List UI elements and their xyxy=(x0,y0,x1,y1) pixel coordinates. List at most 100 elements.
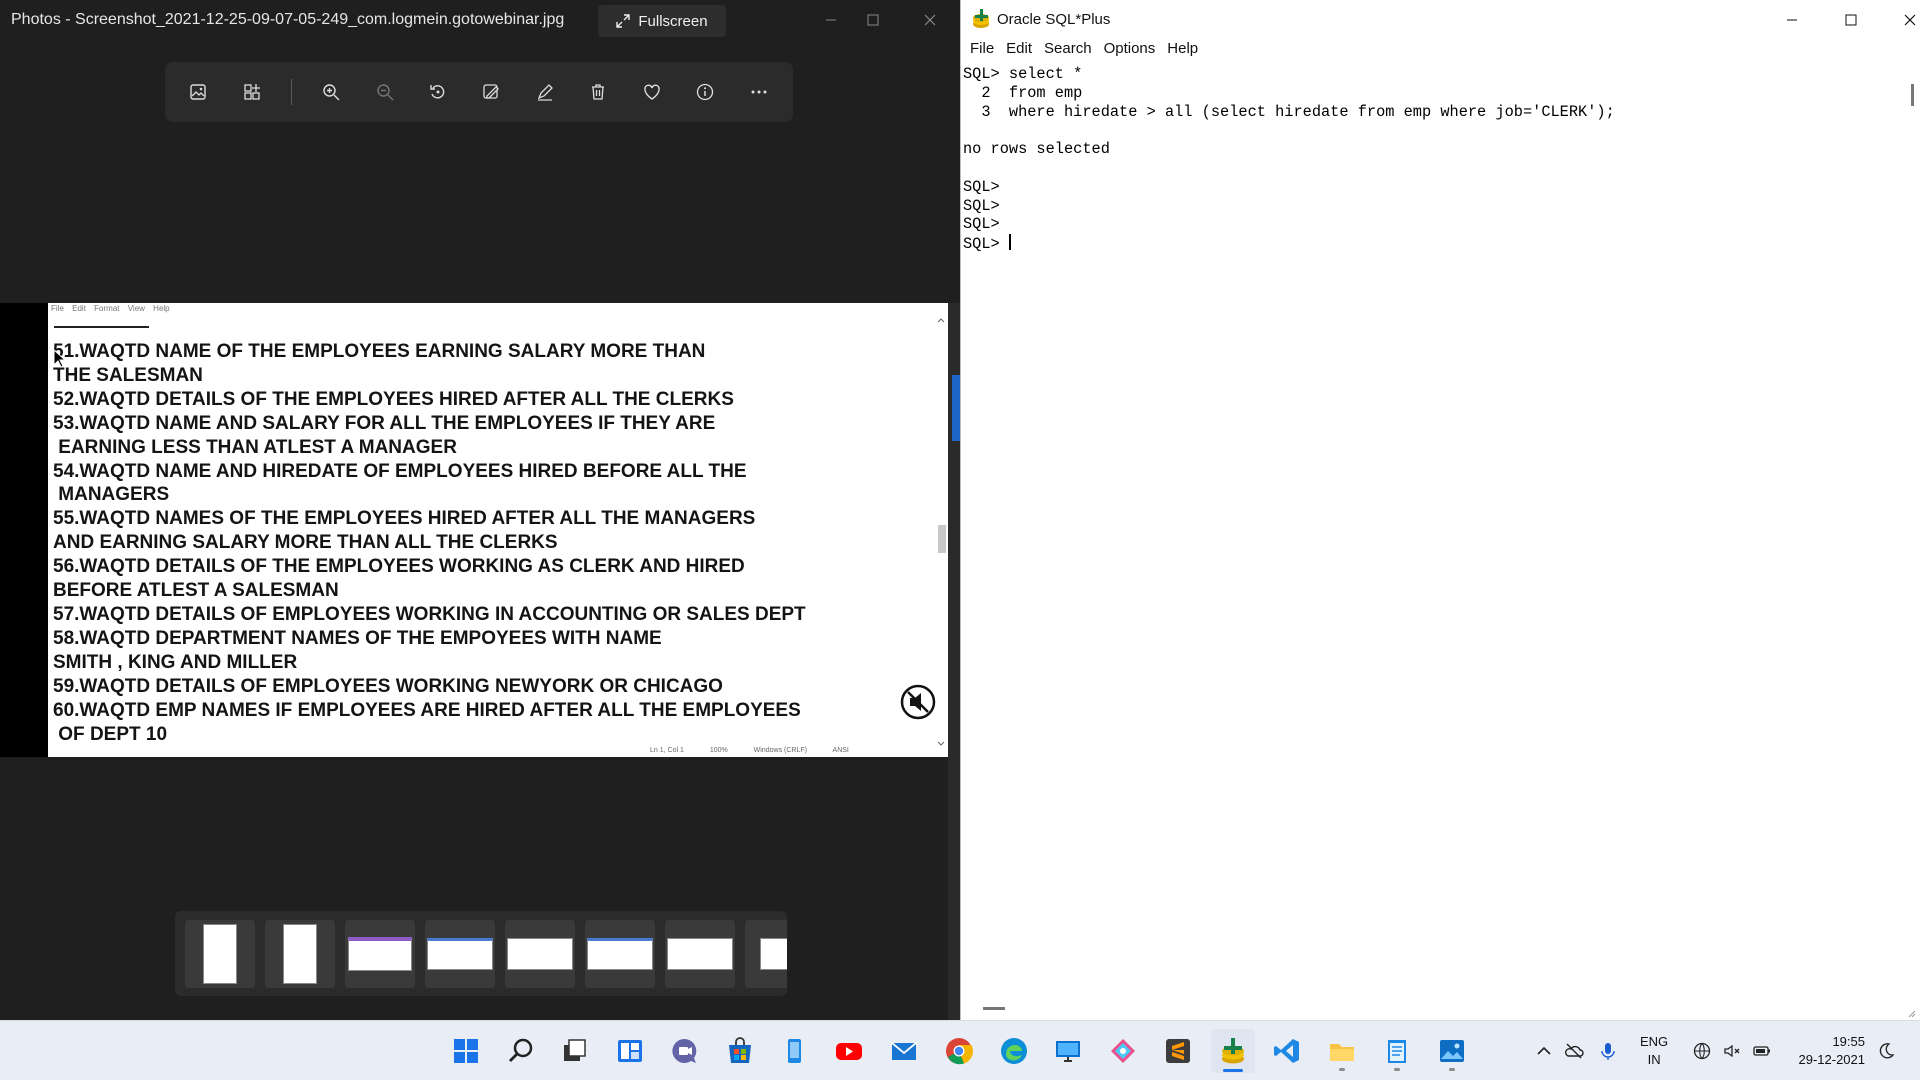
doc-line: 51.WAQTD NAME OF THE EMPLOYEES EARNING S… xyxy=(53,341,706,362)
youtube-button[interactable] xyxy=(827,1029,871,1073)
zoom-in-button[interactable] xyxy=(312,72,350,112)
notepad-menu-view: View xyxy=(127,304,145,313)
remote-desktop-button[interactable] xyxy=(1046,1029,1090,1073)
menu-search[interactable]: Search xyxy=(1044,40,1092,62)
view-image-button[interactable] xyxy=(179,72,217,112)
fullscreen-button[interactable]: Fullscreen xyxy=(598,5,726,37)
menu-file[interactable]: File xyxy=(970,40,994,62)
thumbnail-page xyxy=(427,938,493,970)
sublime-text-button[interactable] xyxy=(1156,1029,1200,1073)
rotate-button[interactable] xyxy=(419,72,457,112)
close-button[interactable] xyxy=(915,6,945,34)
notepad-button[interactable] xyxy=(1375,1029,1419,1073)
draw-icon xyxy=(537,84,553,101)
delete-button[interactable] xyxy=(579,72,617,112)
scroll-down-icon xyxy=(937,741,945,746)
sqlplus-window-title: Oracle SQL*Plus xyxy=(997,11,1111,28)
thumbnail-page xyxy=(283,924,317,984)
teams-chat-button[interactable] xyxy=(663,1029,707,1073)
filmstrip-thumbnail[interactable] xyxy=(585,920,655,988)
more-icon xyxy=(751,90,767,94)
more-button[interactable] xyxy=(740,72,778,112)
search-button[interactable] xyxy=(499,1029,543,1073)
snip-button[interactable] xyxy=(1101,1029,1145,1073)
region-code: IN xyxy=(1647,1052,1661,1067)
gallery-button[interactable] xyxy=(232,72,270,112)
doc-line: 54.WAQTD NAME AND HIREDATE OF EMPLOYEES … xyxy=(53,460,747,482)
minimize-button[interactable] xyxy=(816,6,846,34)
task-view-button[interactable] xyxy=(553,1029,597,1073)
network-globe-icon[interactable] xyxy=(1692,1041,1712,1061)
edge-button[interactable] xyxy=(992,1029,1036,1073)
microphone-icon[interactable] xyxy=(1598,1041,1618,1061)
sqlplus-icon xyxy=(1222,1038,1244,1064)
mail-button[interactable] xyxy=(882,1029,926,1073)
sql-minimize-button[interactable] xyxy=(1772,6,1812,34)
system-clock[interactable]: 19:55 29-12-2021 xyxy=(1790,1033,1866,1069)
battery-icon[interactable] xyxy=(1752,1041,1772,1061)
store-button[interactable] xyxy=(718,1029,762,1073)
filmstrip-thumbnail[interactable] xyxy=(505,920,575,988)
menu-edit[interactable]: Edit xyxy=(1006,40,1032,62)
volume-muted-icon[interactable] xyxy=(1722,1041,1742,1061)
sql-maximize-button[interactable] xyxy=(1831,6,1871,34)
filmstrip-thumbnail[interactable] xyxy=(665,920,735,988)
doc-line: 60.WAQTD EMP NAMES IF EMPLOYEES ARE HIRE… xyxy=(53,699,801,721)
console-line: 2 from emp xyxy=(963,83,1083,102)
doc-line: OF DEPT 10 xyxy=(53,723,168,745)
sqlplus-window: Oracle SQL*Plus File Edit Search Options… xyxy=(960,0,1920,1020)
filmstrip-thumbnail[interactable] xyxy=(265,920,335,988)
chrome-button[interactable] xyxy=(937,1029,981,1073)
running-indicator xyxy=(1394,1068,1400,1071)
notepad-menu-file: File xyxy=(51,304,64,313)
doc-line: 57.WAQTD DETAILS OF EMPLOYEES WORKING IN… xyxy=(53,603,806,625)
filmstrip-thumbnail[interactable] xyxy=(185,920,255,988)
edit-image-button[interactable] xyxy=(472,72,510,112)
photos-icon xyxy=(1440,1040,1464,1062)
input-language-indicator[interactable]: ENG IN xyxy=(1640,1033,1668,1069)
vscode-button[interactable] xyxy=(1265,1029,1309,1073)
start-button[interactable] xyxy=(444,1029,488,1073)
info-button[interactable] xyxy=(686,72,724,112)
file-explorer-button[interactable] xyxy=(1320,1029,1364,1073)
console-input-line[interactable]: SQL> xyxy=(963,234,1898,254)
sqlplus-titlebar: Oracle SQL*Plus xyxy=(961,0,1920,40)
info-icon xyxy=(697,83,714,101)
maximize-button[interactable] xyxy=(858,6,888,34)
sql-horizontal-scrollbar[interactable] xyxy=(983,1007,1005,1010)
snip-icon xyxy=(1111,1039,1135,1063)
phone-link-button[interactable] xyxy=(772,1029,816,1073)
photo-canvas[interactable]: File Edit Format View Help 51.WAQTD NAME… xyxy=(0,303,948,757)
filmstrip-thumbnail[interactable] xyxy=(345,920,415,988)
sql-console[interactable]: SQL> select * 2 from emp 3 where hiredat… xyxy=(963,65,1898,1000)
sqlplus-taskbar-button[interactable] xyxy=(1211,1029,1255,1073)
filmstrip-thumbnail[interactable] xyxy=(745,920,787,988)
selection-highlight xyxy=(952,375,960,441)
draw-button[interactable] xyxy=(526,72,564,112)
sql-close-button[interactable] xyxy=(1890,6,1920,34)
doc-scrollbar xyxy=(934,315,948,749)
menu-help[interactable]: Help xyxy=(1167,40,1198,62)
zoom-out-button[interactable] xyxy=(365,72,403,112)
photos-taskbar-button[interactable] xyxy=(1430,1029,1474,1073)
menu-options[interactable]: Options xyxy=(1104,40,1156,62)
resize-grip-icon[interactable] xyxy=(1906,1008,1916,1018)
rotate-icon xyxy=(430,85,445,99)
status-encoding: ANSI xyxy=(832,747,849,754)
favorite-button[interactable] xyxy=(633,72,671,112)
doc-line: 52.WAQTD DETAILS OF THE EMPLOYEES HIRED … xyxy=(53,388,734,410)
minimize-icon xyxy=(1787,19,1797,21)
doc-line: 56.WAQTD DETAILS OF THE EMPLOYEES WORKIN… xyxy=(53,556,745,578)
window-edge xyxy=(948,303,960,1020)
search-icon xyxy=(509,1038,533,1062)
filmstrip-thumbnail[interactable] xyxy=(425,920,495,988)
widgets-button[interactable] xyxy=(608,1029,652,1073)
onedrive-offline-icon[interactable] xyxy=(1564,1041,1584,1061)
sqlplus-menu-bar: File Edit Search Options Help xyxy=(961,40,1920,62)
zoom-in-icon xyxy=(323,84,340,101)
focus-assist-icon[interactable] xyxy=(1876,1041,1896,1061)
sql-vertical-scrollbar[interactable] xyxy=(1911,84,1914,106)
text-cursor xyxy=(1008,234,1011,251)
chevron-up-icon[interactable] xyxy=(1534,1041,1554,1061)
